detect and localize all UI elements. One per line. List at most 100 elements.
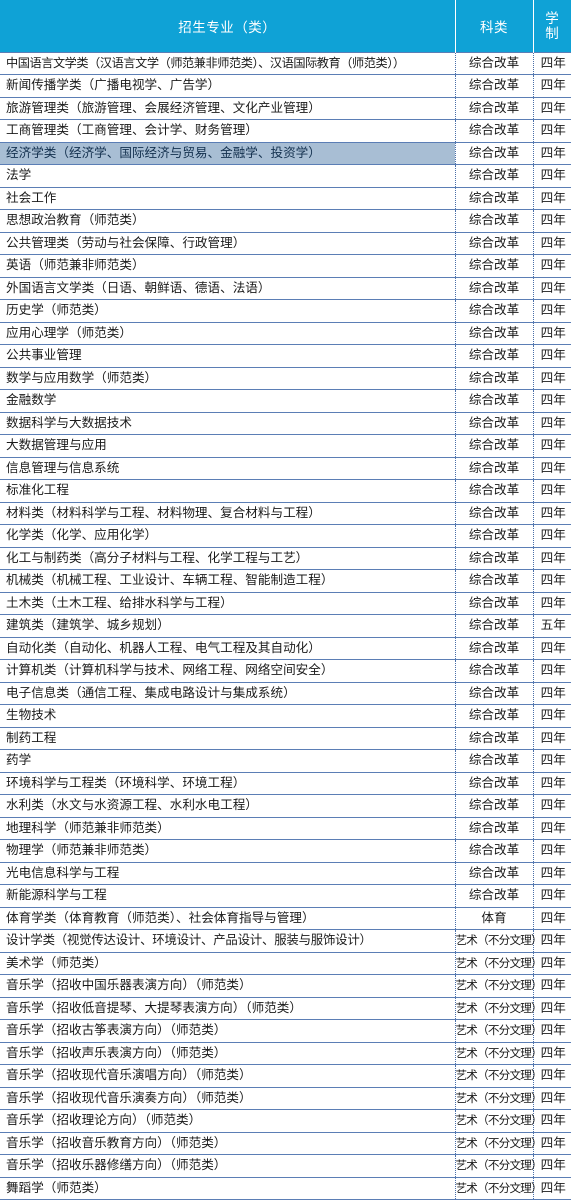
cell-subject-category: 综合改革	[455, 119, 534, 142]
table-row[interactable]: 应用心理学（师范类） 综合改革 四年	[0, 321, 571, 345]
cell-subject-category: 艺术（不分文理）	[455, 951, 543, 975]
cell-major-name: 环境科学与工程类（环境科学、环境工程）	[0, 771, 456, 795]
table-row[interactable]: 土木类（土木工程、给排水科学与工程） 综合改革 四年	[0, 591, 571, 615]
table-row[interactable]: 音乐学（招收声乐表演方向）（师范类） 艺术（不分文理） 四年	[0, 1041, 571, 1065]
cell-subject-category: 综合改革	[455, 51, 534, 75]
table-row[interactable]: 信息管理与信息系统 综合改革 四年	[0, 456, 571, 480]
cell-program-length: 四年	[533, 524, 571, 547]
cell-program-length: 四年	[533, 816, 571, 840]
column-header-years: 学 制	[533, 0, 571, 52]
table-row[interactable]: 建筑类（建筑学、城乡规划） 综合改革 五年	[0, 614, 571, 637]
cell-major-name: 英语（师范兼非师范类）	[0, 254, 456, 277]
table-row[interactable]: 公共管理类（劳动与社会保障、行政管理） 综合改革 四年	[0, 231, 571, 255]
table-row[interactable]: 经济学类（经济学、国际经济与贸易、金融学、投资学） 综合改革 四年	[0, 141, 571, 165]
table-row[interactable]: 音乐学（招收现代音乐演奏方向）（师范类） 艺术（不分文理） 四年	[0, 1086, 571, 1110]
cell-subject-category: 综合改革	[455, 861, 534, 885]
table-row[interactable]: 化学类（化学、应用化学） 综合改革 四年	[0, 524, 571, 547]
table-row[interactable]: 社会工作 综合改革 四年	[0, 186, 571, 210]
cell-major-name: 电子信息类（通信工程、集成电路设计与集成系统）	[0, 681, 456, 705]
cell-major-name: 公共事业管理	[0, 344, 456, 367]
table-row[interactable]: 音乐学（招收乐器修缮方向）（师范类） 艺术（不分文理） 四年	[0, 1154, 571, 1177]
table-row[interactable]: 英语（师范兼非师范类） 综合改革 四年	[0, 254, 571, 277]
cell-subject-category: 综合改革	[455, 726, 534, 750]
cell-major-name: 社会工作	[0, 186, 456, 210]
cell-subject-category: 综合改革	[455, 231, 534, 255]
table-row[interactable]: 历史学（师范类） 综合改革 四年	[0, 299, 571, 322]
table-row[interactable]: 物理学（师范兼非师范类） 综合改革 四年	[0, 839, 571, 862]
table-row[interactable]: 制药工程 综合改革 四年	[0, 726, 571, 750]
cell-program-length: 四年	[533, 479, 571, 502]
cell-subject-category: 艺术（不分文理）	[455, 1064, 543, 1087]
table-row[interactable]: 计算机类（计算机科学与技术、网络工程、网络空间安全） 综合改革 四年	[0, 659, 571, 682]
table-row[interactable]: 药学 综合改革 四年	[0, 749, 571, 772]
cell-subject-category: 艺术（不分文理）	[455, 1154, 543, 1177]
cell-program-length: 四年	[533, 906, 571, 930]
table-row[interactable]: 水利类（水文与水资源工程、水利水电工程） 综合改革 四年	[0, 794, 571, 817]
cell-major-name: 化学类（化学、应用化学）	[0, 524, 456, 547]
cell-subject-category: 综合改革	[455, 479, 534, 502]
cell-program-length: 四年	[533, 1131, 571, 1155]
cell-program-length: 四年	[533, 119, 571, 142]
cell-program-length: 四年	[533, 771, 571, 795]
table-row[interactable]: 化工与制药类（高分子材料与工程、化学工程与工艺） 综合改革 四年	[0, 546, 571, 570]
table-row[interactable]: 数学与应用数学（师范类） 综合改革 四年	[0, 366, 571, 390]
cell-program-length: 四年	[533, 681, 571, 705]
cell-subject-category: 综合改革	[455, 299, 534, 322]
cell-program-length: 四年	[533, 1154, 571, 1177]
table-row[interactable]: 材料类（材料科学与工程、材料物理、复合材料与工程） 综合改革 四年	[0, 501, 571, 525]
table-row[interactable]: 旅游管理类（旅游管理、会展经济管理、文化产业管理） 综合改革 四年	[0, 96, 571, 120]
cell-subject-category: 艺术（不分文理）	[455, 1019, 543, 1042]
column-header-major: 招生专业（类）	[0, 0, 456, 52]
cell-program-length: 四年	[533, 704, 571, 727]
cell-program-length: 四年	[533, 321, 571, 345]
table-row[interactable]: 光电信息科学与工程 综合改革 四年	[0, 861, 571, 885]
table-row[interactable]: 美术学（师范类） 艺术（不分文理） 四年	[0, 951, 571, 975]
cell-subject-category: 综合改革	[455, 434, 534, 457]
table-row[interactable]: 地理科学（师范兼非师范类） 综合改革 四年	[0, 816, 571, 840]
table-row[interactable]: 法学 综合改革 四年	[0, 164, 571, 187]
table-row[interactable]: 电子信息类（通信工程、集成电路设计与集成系统） 综合改革 四年	[0, 681, 571, 705]
cell-program-length: 四年	[533, 231, 571, 255]
cell-major-name: 工商管理类（工商管理、会计学、财务管理）	[0, 119, 456, 142]
table-row[interactable]: 标准化工程 综合改革 四年	[0, 479, 571, 502]
table-row[interactable]: 金融数学 综合改革 四年	[0, 389, 571, 412]
cell-major-name: 音乐学（招收古筝表演方向）（师范类）	[0, 1019, 456, 1042]
cell-major-name: 思想政治教育（师范类）	[0, 209, 456, 232]
table-row[interactable]: 音乐学（招收低音提琴、大提琴表演方向）（师范类） 艺术（不分文理） 四年	[0, 996, 571, 1020]
cell-program-length: 四年	[533, 389, 571, 412]
table-row[interactable]: 思想政治教育（师范类） 综合改革 四年	[0, 209, 571, 232]
table-row[interactable]: 新闻传播学类（广播电视学、广告学） 综合改革 四年	[0, 74, 571, 97]
table-row[interactable]: 音乐学（招收古筝表演方向）（师范类） 艺术（不分文理） 四年	[0, 1019, 571, 1042]
table-row[interactable]: 数据科学与大数据技术 综合改革 四年	[0, 411, 571, 435]
cell-major-name: 数学与应用数学（师范类）	[0, 366, 456, 390]
table-row[interactable]: 音乐学（招收音乐教育方向）（师范类） 艺术（不分文理） 四年	[0, 1131, 571, 1155]
table-row[interactable]: 环境科学与工程类（环境科学、环境工程） 综合改革 四年	[0, 771, 571, 795]
table-header-row: 招生专业（类） 科类 学 制	[0, 0, 571, 52]
table-row[interactable]: 体育学类（体育教育（师范类）、社会体育指导与管理） 体育 四年	[0, 906, 571, 930]
table-row[interactable]: 机械类（机械工程、工业设计、车辆工程、智能制造工程） 综合改革 四年	[0, 569, 571, 592]
table-row[interactable]: 大数据管理与应用 综合改革 四年	[0, 434, 571, 457]
cell-subject-category: 综合改革	[455, 501, 534, 525]
table-row[interactable]: 工商管理类（工商管理、会计学、财务管理） 综合改革 四年	[0, 119, 571, 142]
table-row[interactable]: 新能源科学与工程 综合改革 四年	[0, 884, 571, 907]
majors-table-container: 招生专业（类） 科类 学 制 中国语言文学类（汉语言文学（师范兼非师范类）、汉语…	[0, 0, 571, 1200]
cell-program-length: 四年	[533, 209, 571, 232]
table-row[interactable]: 外国语言文学类（日语、朝鲜语、德语、法语） 综合改革 四年	[0, 276, 571, 300]
table-row[interactable]: 音乐学（招收现代音乐演唱方向）（师范类） 艺术（不分文理） 四年	[0, 1064, 571, 1087]
cell-program-length: 四年	[533, 366, 571, 390]
table-row[interactable]: 自动化类（自动化、机器人工程、电气工程及其自动化） 综合改革 四年	[0, 636, 571, 660]
cell-subject-category: 综合改革	[455, 321, 534, 345]
table-row[interactable]: 音乐学（招收理论方向）（师范类） 艺术（不分文理） 四年	[0, 1109, 571, 1132]
cell-major-name: 音乐学（招收声乐表演方向）（师范类）	[0, 1041, 456, 1065]
column-header-years-line1: 学	[545, 10, 560, 26]
column-header-category: 科类	[455, 0, 534, 52]
table-row[interactable]: 生物技术 综合改革 四年	[0, 704, 571, 727]
table-row[interactable]: 舞蹈学（师范类） 艺术（不分文理） 四年	[0, 1176, 571, 1200]
table-row[interactable]: 设计学类（视觉传达设计、环境设计、产品设计、服装与服饰设计） 艺术（不分文理） 四年	[0, 929, 571, 952]
cell-program-length: 四年	[533, 96, 571, 120]
cell-major-name: 制药工程	[0, 726, 456, 750]
table-row[interactable]: 音乐学（招收中国乐器表演方向）（师范类） 艺术（不分文理） 四年	[0, 974, 571, 997]
table-row[interactable]: 公共事业管理 综合改革 四年	[0, 344, 571, 367]
table-row[interactable]: 中国语言文学类（汉语言文学（师范兼非师范类）、汉语国际教育（师范类）） 综合改革四…	[0, 51, 571, 75]
cell-major-name: 药学	[0, 749, 456, 772]
